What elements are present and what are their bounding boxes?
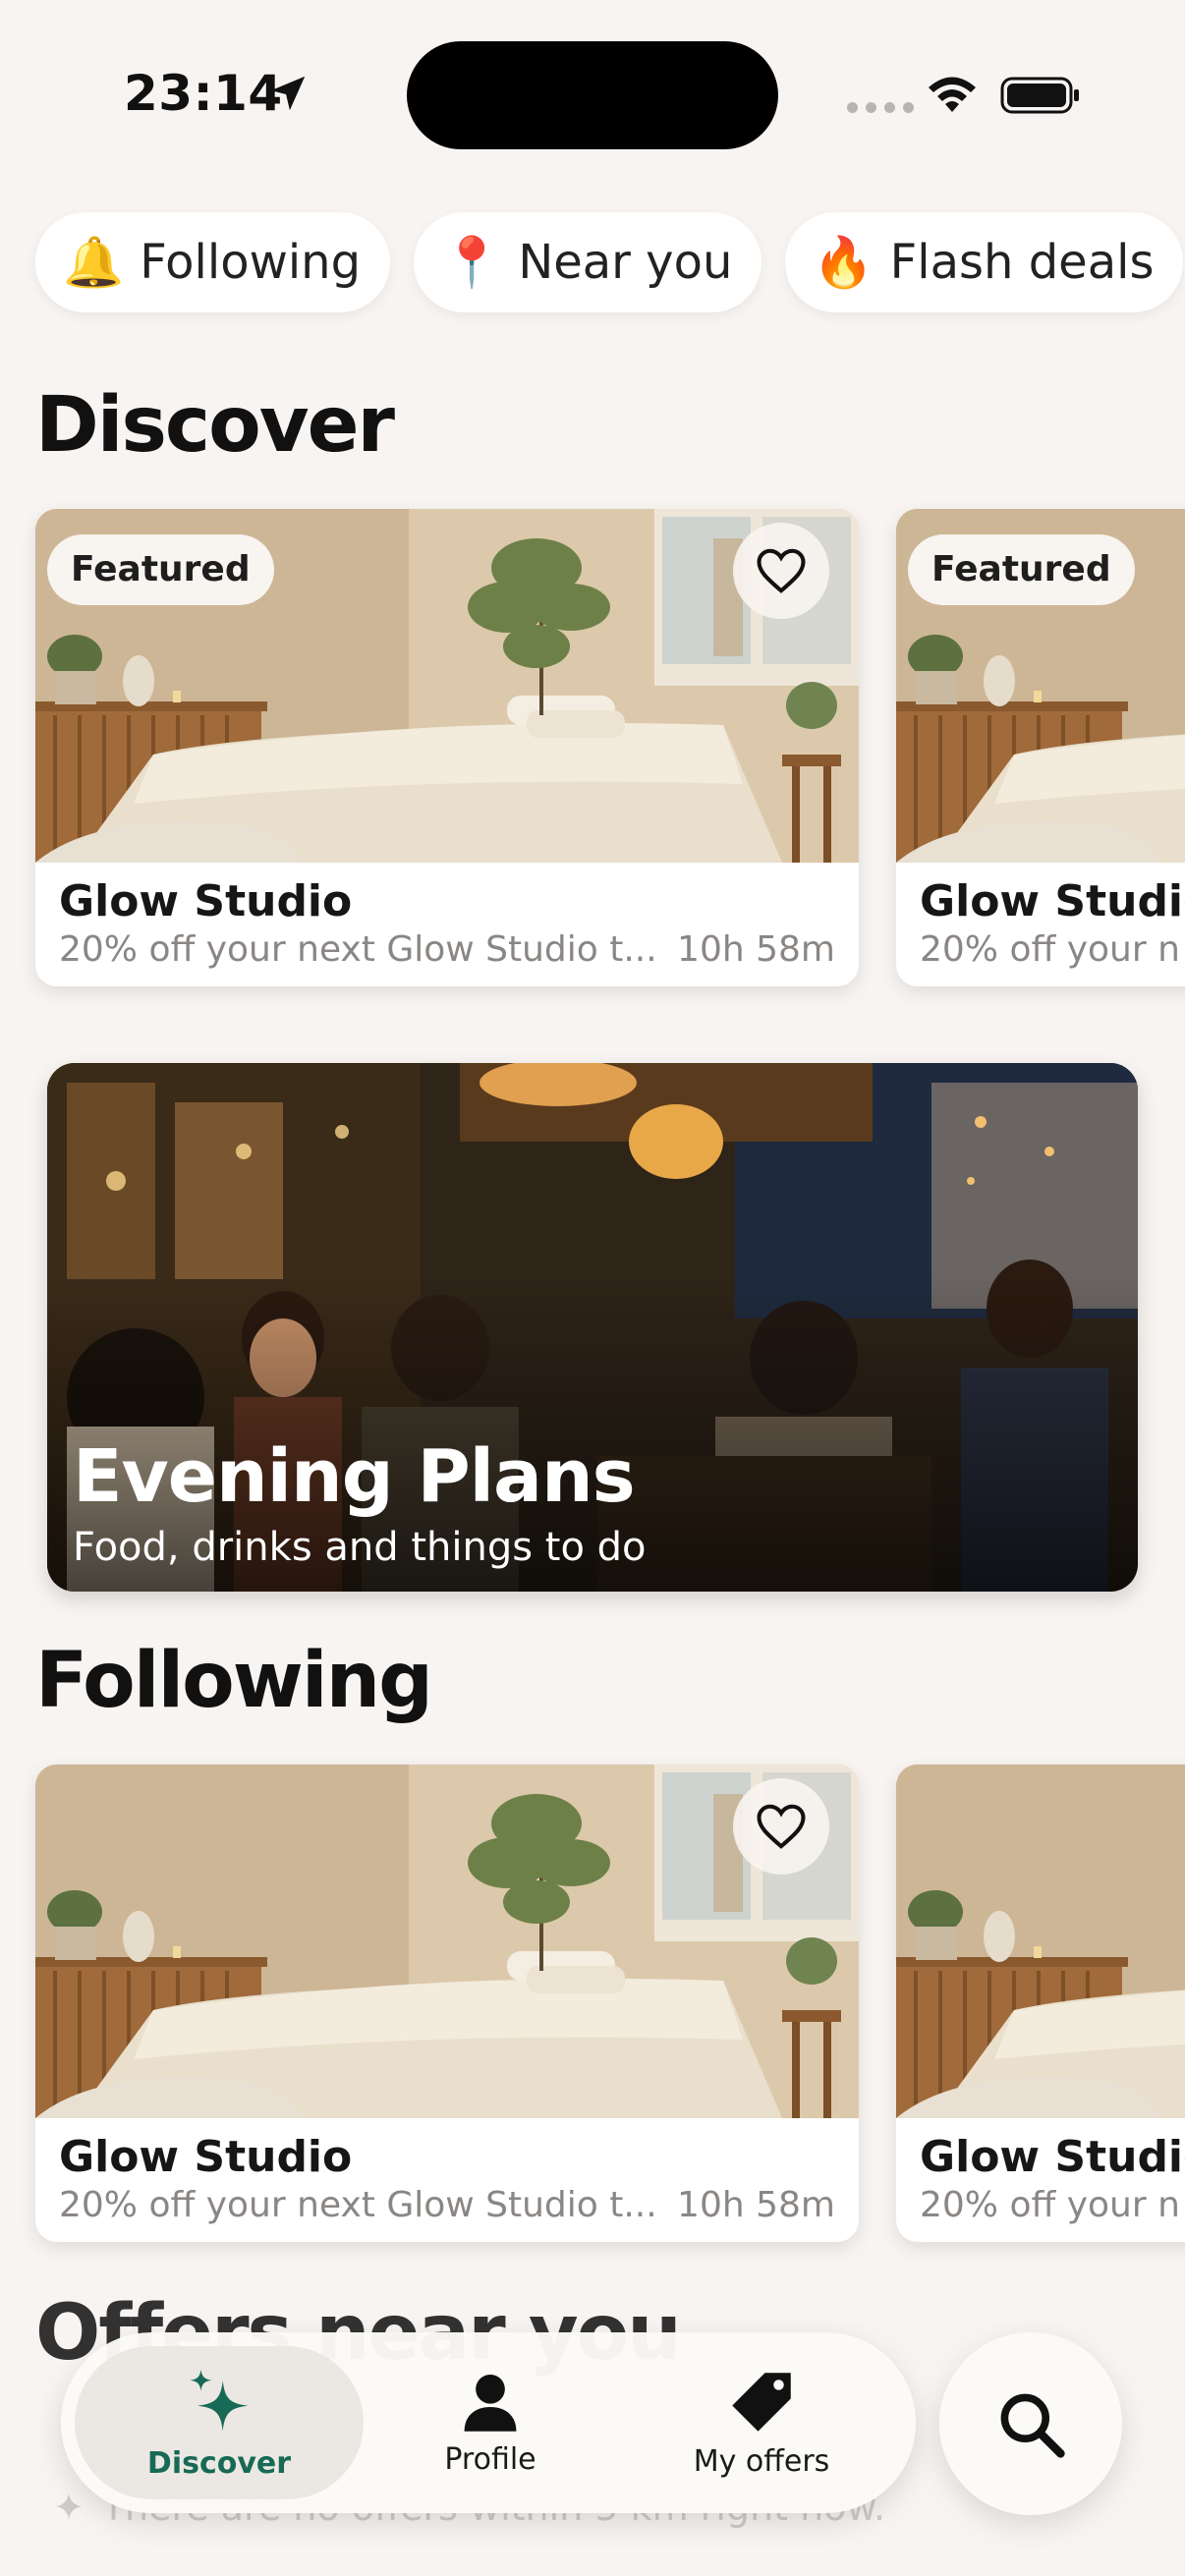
status-time: 23:14	[124, 65, 283, 122]
search-button[interactable]	[939, 2332, 1122, 2515]
banner-subtitle: Food, drinks and things to do	[73, 1525, 647, 1570]
chip-near-you[interactable]: 📍 Near you	[414, 212, 762, 312]
offer-description: 20% off your n	[920, 2185, 1180, 2225]
magnifier-icon	[1000, 2393, 1065, 2458]
evening-plans-banner[interactable]: Evening Plans Food, drinks and things to…	[47, 1063, 1138, 1592]
chip-label: Following	[140, 235, 362, 290]
banner-title: Evening Plans	[73, 1434, 636, 1519]
offer-description: 20% off your n	[920, 929, 1180, 970]
offer-timer: 10h 58m	[677, 929, 835, 970]
merchant-name: Glow Studio	[59, 876, 353, 926]
tab-profile[interactable]: Profile	[346, 2346, 635, 2499]
merchant-name: Glow Studio	[59, 2132, 353, 2182]
featured-badge: Featured	[47, 534, 274, 605]
merchant-name: Glow Studio	[920, 2132, 1185, 2182]
dynamic-island	[407, 41, 778, 149]
favorite-button[interactable]	[733, 1778, 829, 1875]
offer-card[interactable]: Glow Studio 20% off your next Glow Studi…	[35, 1764, 859, 2242]
tag-icon	[732, 2372, 791, 2432]
offer-card[interactable]: Featured Glow Studio 20% off your next G…	[35, 509, 859, 986]
following-heading: Following	[35, 1637, 433, 1725]
tab-my-offers[interactable]: My offers	[617, 2346, 906, 2499]
chip-label: Near you	[518, 235, 733, 290]
app-screen: 23:14 🔔 Following 📍 Near you 🔥 Flash dea…	[0, 0, 1185, 2576]
heart-icon	[757, 548, 806, 593]
offer-card[interactable]: Featured Glow Studio 20% off your n	[896, 509, 1185, 986]
tab-label: My offers	[693, 2443, 830, 2479]
sparkles-icon	[190, 2369, 249, 2432]
sparkle-icon: ✦	[53, 2486, 85, 2529]
discover-heading: Discover	[35, 381, 395, 470]
chip-label: Flash deals	[889, 235, 1155, 290]
offer-card[interactable]: Glow Studio 20% off your n	[896, 1764, 1185, 2242]
location-arrow-icon	[270, 76, 306, 111]
battery-icon	[1000, 77, 1079, 114]
offer-description: 20% off your next Glow Studio t...	[59, 2185, 657, 2225]
wifi-icon	[929, 77, 976, 112]
featured-badge: Featured	[908, 534, 1135, 605]
cellular-signal-icon	[847, 102, 914, 113]
chip-following[interactable]: 🔔 Following	[35, 212, 391, 312]
chip-flash-deals[interactable]: 🔥 Flash deals	[785, 212, 1184, 312]
offer-image	[896, 1764, 1185, 2118]
tab-label: Discover	[146, 2445, 292, 2481]
tab-label: Profile	[444, 2441, 536, 2477]
tab-discover[interactable]: Discover	[75, 2346, 364, 2499]
merchant-name: Glow Studio	[920, 876, 1185, 926]
fire-icon: 🔥	[813, 233, 875, 291]
favorite-button[interactable]	[733, 523, 829, 619]
heart-icon	[757, 1804, 806, 1849]
offer-description: 20% off your next Glow Studio t...	[59, 929, 657, 970]
pin-icon: 📍	[441, 233, 503, 291]
bell-icon: 🔔	[63, 233, 125, 291]
person-icon	[464, 2374, 517, 2432]
tab-bar: Discover Profile My offers	[61, 2332, 916, 2513]
offer-timer: 10h 58m	[677, 2185, 835, 2225]
filter-chips: 🔔 Following 📍 Near you 🔥 Flash deals	[35, 212, 1184, 312]
